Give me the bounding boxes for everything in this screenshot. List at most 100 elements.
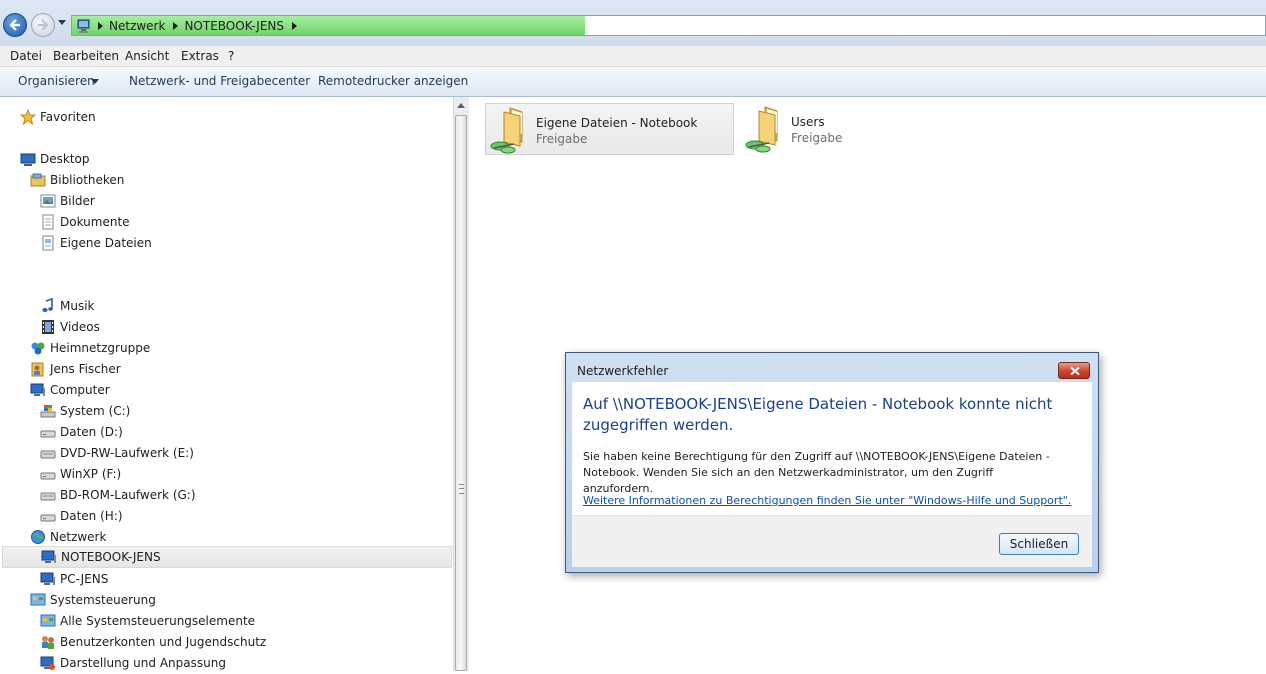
share-name: Users (791, 115, 825, 129)
nav-item-label: Desktop (40, 152, 90, 166)
recent-pages-dropdown[interactable] (58, 20, 66, 25)
organize-button[interactable]: Organisieren (18, 74, 95, 88)
video-icon (40, 319, 56, 335)
nav-item-notebook-jens[interactable]: NOTEBOOK-JENS (2, 546, 452, 568)
menu-ansicht[interactable]: Ansicht (125, 49, 169, 63)
nav-item-label: Eigene Dateien (60, 236, 152, 250)
nav-item-label: Benutzerkonten und Jugendschutz (60, 635, 267, 649)
menu-extras[interactable]: Extras (181, 49, 219, 63)
nav-item-videos[interactable]: Videos (40, 317, 100, 337)
close-icon (1070, 367, 1080, 375)
organize-dropdown-icon[interactable] (91, 79, 99, 84)
nav-item-dvd-rw-e[interactable]: DVD-RW-Laufwerk (E:) (40, 443, 194, 463)
nav-item-systemsteuerung[interactable]: Systemsteuerung (30, 590, 156, 610)
nav-item-label: Daten (D:) (60, 425, 123, 439)
music-icon (40, 297, 56, 314)
breadcrumb-notebook-jens[interactable]: NOTEBOOK-JENS (184, 19, 284, 33)
close-button[interactable]: Schließen (999, 533, 1079, 555)
nav-item-label: Videos (60, 320, 100, 334)
nav-item-pc-jens[interactable]: PC-JENS (40, 569, 108, 589)
forward-button[interactable] (31, 13, 55, 37)
arrow-left-icon (9, 19, 20, 31)
nav-item-heimnetzgruppe[interactable]: Heimnetzgruppe (30, 338, 150, 358)
nav-item-desktop[interactable]: Desktop (20, 149, 90, 169)
nav-item-label: Bilder (60, 194, 95, 208)
dialog-description: Sie haben keine Berechtigung für den Zug… (583, 450, 1050, 495)
shared-folder-icon (741, 103, 791, 155)
nav-item-label: WinXP (F:) (60, 467, 122, 481)
nav-item-musik[interactable]: Musik (40, 296, 95, 316)
nav-item-jens-fischer[interactable]: Jens Fischer (30, 359, 121, 379)
control-panel-icon (40, 613, 56, 629)
nav-item-label: DVD-RW-Laufwerk (E:) (60, 446, 194, 460)
nav-item-label: NOTEBOOK-JENS (61, 550, 161, 564)
help-support-link[interactable]: Weitere Informationen zu Berechtigungen … (583, 494, 1071, 507)
users-icon (40, 634, 56, 650)
nav-item-label: Bibliotheken (50, 173, 125, 187)
scrollbar-thumb[interactable] (455, 115, 467, 671)
share-type: Freigabe (791, 131, 843, 145)
menu-datei[interactable]: Datei (10, 49, 42, 63)
nav-item-dokumente[interactable]: Dokumente (40, 212, 130, 232)
menu-help[interactable]: ? (228, 49, 234, 63)
back-button[interactable] (3, 13, 27, 37)
navigation-scrollbar[interactable] (453, 97, 469, 671)
nav-item-label: Alle Systemsteuerungselemente (60, 614, 256, 628)
dialog-title: Netzwerkfehler (577, 364, 669, 378)
network-computer-icon (77, 19, 90, 33)
dialog-close-button[interactable] (1058, 362, 1090, 379)
nav-item-label: Systemsteuerung (50, 593, 156, 607)
nav-item-darstellung[interactable]: Darstellung und Anpassung (40, 653, 226, 673)
nav-item-eigene-dateien[interactable]: Eigene Dateien (40, 233, 152, 253)
nav-item-alle-systemsteuerungselemente[interactable]: Alle Systemsteuerungselemente (40, 611, 255, 631)
blank-area (20, 254, 158, 297)
address-toolbar: Netzwerk NOTEBOOK-JENS (0, 0, 1266, 46)
command-bar: Organisieren Netzwerk- und Freigabecente… (0, 67, 1266, 97)
nav-item-netzwerk[interactable]: Netzwerk (30, 527, 106, 547)
network-sharing-center-button[interactable]: Netzwerk- und Freigabecenter (129, 74, 310, 88)
computer-icon (40, 571, 56, 587)
nav-item-label: Netzwerk (50, 530, 107, 544)
homegroup-icon (30, 340, 46, 356)
arrow-right-icon (38, 19, 49, 31)
breadcrumb-separator[interactable] (98, 22, 103, 30)
dialog-footer: Schließen (572, 515, 1092, 567)
nav-item-benutzerkonten[interactable]: Benutzerkonten und Jugendschutz (40, 632, 266, 652)
nav-item-bibliotheken[interactable]: Bibliotheken (30, 170, 124, 190)
share-eigene-dateien-notebook[interactable]: Eigene Dateien - Notebook Freigabe (485, 103, 734, 155)
nav-item-bd-rom-g[interactable]: BD-ROM-Laufwerk (G:) (40, 485, 196, 505)
breadcrumb-separator[interactable] (292, 22, 298, 30)
drive-icon (40, 466, 56, 482)
share-users[interactable]: Users Freigabe (741, 103, 941, 155)
nav-item-winxp-f[interactable]: WinXP (F:) (40, 464, 121, 484)
breadcrumb-network[interactable]: Netzwerk (109, 19, 165, 33)
libraries-icon (30, 172, 46, 188)
nav-item-label: PC-JENS (60, 572, 109, 586)
dialog-content: Auf \\NOTEBOOK-JENS\Eigene Dateien - Not… (572, 382, 1092, 515)
nav-item-system-c[interactable]: System (C:) (40, 401, 130, 421)
menu-bearbeiten[interactable]: Bearbeiten (53, 49, 119, 63)
nav-item-label: Darstellung und Anpassung (60, 656, 226, 670)
nav-item-label: BD-ROM-Laufwerk (G:) (60, 488, 196, 502)
menu-bar: Datei Bearbeiten Ansicht Extras ? (0, 46, 1266, 67)
documents-icon (40, 214, 56, 230)
nav-item-label: Daten (H:) (60, 509, 123, 523)
navigation-pane: Favoriten Desktop Bibliotheken Bilder Do… (0, 97, 453, 671)
display-icon (40, 655, 56, 671)
documents-icon (40, 235, 56, 251)
address-bar[interactable]: Netzwerk NOTEBOOK-JENS (71, 15, 1266, 36)
dvd-drive-icon (40, 487, 56, 503)
network-error-dialog: Netzwerkfehler Auf \\NOTEBOOK-JENS\Eigen… (565, 352, 1099, 573)
dvd-drive-icon (40, 445, 56, 461)
view-remote-printers-button[interactable]: Remotedrucker anzeigen (318, 74, 468, 88)
nav-item-bilder[interactable]: Bilder (40, 191, 95, 211)
nav-item-favoriten[interactable]: Favoriten (19, 107, 96, 127)
nav-item-daten-h[interactable]: Daten (H:) (40, 506, 123, 526)
breadcrumb-separator[interactable] (173, 22, 179, 30)
nav-item-label: Dokumente (60, 215, 130, 229)
scroll-up-arrow-icon[interactable] (457, 103, 465, 108)
network-icon (30, 529, 46, 545)
nav-item-computer[interactable]: Computer (30, 380, 110, 400)
nav-item-daten-d[interactable]: Daten (D:) (40, 422, 123, 442)
nav-item-label: Musik (60, 299, 95, 313)
